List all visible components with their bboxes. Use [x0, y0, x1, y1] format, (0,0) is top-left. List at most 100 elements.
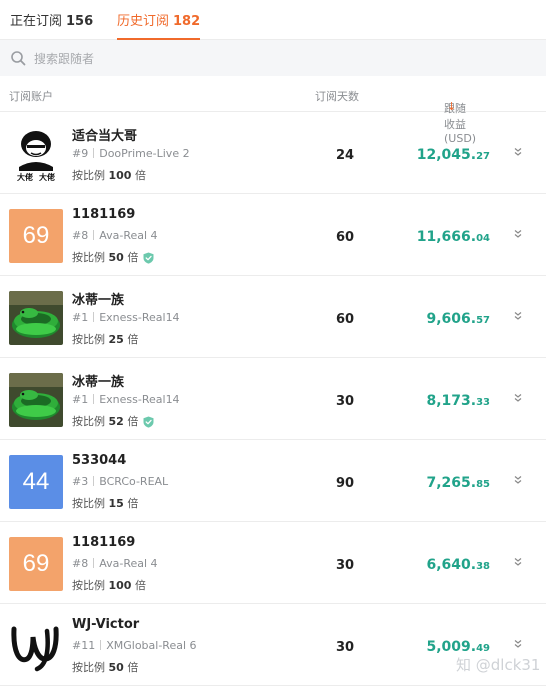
- meme-caption-right: 大佬: [39, 172, 55, 181]
- profit-integer: 6,640.: [426, 557, 477, 573]
- account-meta: #1 Exness-Real14: [72, 393, 180, 406]
- account-server: Exness-Real14: [99, 311, 180, 324]
- avatar[interactable]: [9, 373, 63, 427]
- chevron-down-icon[interactable]: [512, 556, 524, 568]
- ratio-suffix: 倍: [127, 251, 139, 264]
- subscription-days: 30: [335, 640, 355, 655]
- profit-integer: 8,173.: [426, 393, 477, 409]
- tab-history-subscriptions[interactable]: 历史订阅 182: [117, 10, 201, 40]
- avatar[interactable]: [9, 619, 63, 673]
- ratio-suffix: 倍: [134, 579, 146, 592]
- account-rank: #8: [72, 557, 89, 570]
- follow-profit: 12,045.27: [417, 147, 490, 163]
- copy-ratio: 按比例 100 倍: [72, 577, 146, 593]
- chevron-down-icon[interactable]: [512, 638, 524, 650]
- snake-avatar-image: [9, 291, 63, 345]
- profit-decimal: 33: [476, 397, 490, 408]
- ratio-value: 15: [108, 497, 124, 510]
- copy-ratio: 按比例 50 倍: [72, 249, 154, 265]
- profit-integer: 9,606.: [426, 311, 477, 327]
- account-name[interactable]: 1181169: [72, 535, 135, 550]
- account-server: Exness-Real14: [99, 393, 180, 406]
- ratio-prefix: 按比例: [72, 497, 105, 510]
- profit-decimal: 04: [476, 233, 490, 244]
- account-meta: #8 Ava-Real 4: [72, 229, 158, 242]
- tab-label: 正在订阅: [10, 14, 63, 29]
- avatar[interactable]: [9, 291, 63, 345]
- avatar[interactable]: 44: [9, 455, 63, 509]
- account-rank: #11: [72, 639, 96, 652]
- account-rank: #8: [72, 229, 89, 242]
- profit-integer: 5,009.: [426, 639, 477, 655]
- subscription-days: 30: [335, 558, 355, 573]
- chevron-down-icon[interactable]: [512, 310, 524, 322]
- account-rank: #1: [72, 311, 89, 324]
- subscription-days: 90: [335, 476, 355, 491]
- account-name[interactable]: 1181169: [72, 207, 135, 222]
- header-days[interactable]: 订阅天数: [315, 88, 359, 104]
- account-meta: #3 BCRCo-REAL: [72, 475, 168, 488]
- search-bar[interactable]: 搜索跟随者: [0, 40, 546, 76]
- header-account: 订阅账户: [9, 90, 53, 103]
- ratio-suffix: 倍: [127, 415, 139, 428]
- ratio-value: 100: [108, 169, 132, 182]
- profit-integer: 12,045.: [416, 147, 477, 163]
- ratio-prefix: 按比例: [72, 661, 105, 674]
- account-meta: #9 DooPrime-Live 2: [72, 147, 190, 160]
- chevron-down-icon[interactable]: [512, 474, 524, 486]
- account-name[interactable]: 冰蒂一族: [72, 289, 124, 308]
- ratio-prefix: 按比例: [72, 333, 105, 346]
- account-rank: #9: [72, 147, 89, 160]
- account-server: Ava-Real 4: [99, 229, 158, 242]
- divider: [93, 230, 95, 240]
- chevron-down-icon[interactable]: [512, 392, 524, 404]
- search-icon: [11, 51, 26, 66]
- table-row[interactable]: 69 1181169 #8 Ava-Real 4 按比例 50 倍 60 11,666.04: [0, 194, 546, 276]
- account-name[interactable]: WJ-Victor: [72, 617, 139, 632]
- tab-label: 历史订阅: [117, 14, 170, 29]
- table-row[interactable]: 冰蒂一族 #1 Exness-Real14 按比例 52 倍 30 8,173.33: [0, 358, 546, 440]
- avatar[interactable]: 69: [9, 537, 63, 591]
- subscription-tabs: 正在订阅 156 历史订阅 182: [0, 0, 546, 40]
- account-name[interactable]: 适合当大哥: [72, 125, 137, 144]
- chevron-down-icon[interactable]: [512, 146, 524, 158]
- verified-shield-icon: [143, 416, 154, 428]
- follow-profit: 9,606.57: [426, 311, 490, 327]
- verified-shield-icon: [143, 252, 154, 264]
- tab-current-subscriptions[interactable]: 正在订阅 156: [10, 10, 93, 40]
- account-meta: #8 Ava-Real 4: [72, 557, 158, 570]
- table-row[interactable]: 大佬 大佬 适合当大哥 #9 DooPrime-Live 2 按比例 100 倍 24 12,…: [0, 112, 546, 194]
- follow-profit: 8,173.33: [426, 393, 490, 409]
- divider: [93, 148, 95, 158]
- subscription-days: 60: [335, 230, 355, 245]
- table-row[interactable]: 44 533044 #3 BCRCo-REAL 按比例 15 倍 90 7,265.85: [0, 440, 546, 522]
- chevron-down-icon[interactable]: [512, 228, 524, 240]
- account-name[interactable]: 533044: [72, 453, 126, 468]
- subscription-days: 60: [335, 312, 355, 327]
- avatar[interactable]: 69: [9, 209, 63, 263]
- profit-decimal: 49: [476, 643, 490, 654]
- ratio-value: 100: [108, 579, 132, 592]
- table-row[interactable]: 冰蒂一族 #1 Exness-Real14 按比例 25 倍 60 9,606.57: [0, 276, 546, 358]
- account-server: XMGlobal-Real 6: [106, 639, 197, 652]
- profit-decimal: 38: [476, 561, 490, 572]
- avatar[interactable]: 大佬 大佬: [9, 127, 63, 181]
- ratio-suffix: 倍: [134, 169, 146, 182]
- tab-count: 182: [173, 14, 201, 29]
- divider: [100, 640, 102, 650]
- divider: [93, 476, 95, 486]
- profit-decimal: 27: [476, 151, 490, 162]
- profit-decimal: 57: [476, 315, 490, 326]
- account-meta: #1 Exness-Real14: [72, 311, 180, 324]
- copy-ratio: 按比例 25 倍: [72, 331, 138, 347]
- table-row[interactable]: 69 1181169 #8 Ava-Real 4 按比例 100 倍 30 6,640.38: [0, 522, 546, 604]
- subscription-days: 30: [335, 394, 355, 409]
- copy-ratio: 按比例 50 倍: [72, 659, 138, 675]
- ratio-suffix: 倍: [127, 333, 139, 346]
- account-server: BCRCo-REAL: [99, 475, 169, 488]
- divider: [93, 394, 95, 404]
- account-name[interactable]: 冰蒂一族: [72, 371, 124, 390]
- wj-logo-icon: [9, 619, 63, 673]
- follow-profit: 6,640.38: [426, 557, 490, 573]
- profit-integer: 7,265.: [426, 475, 477, 491]
